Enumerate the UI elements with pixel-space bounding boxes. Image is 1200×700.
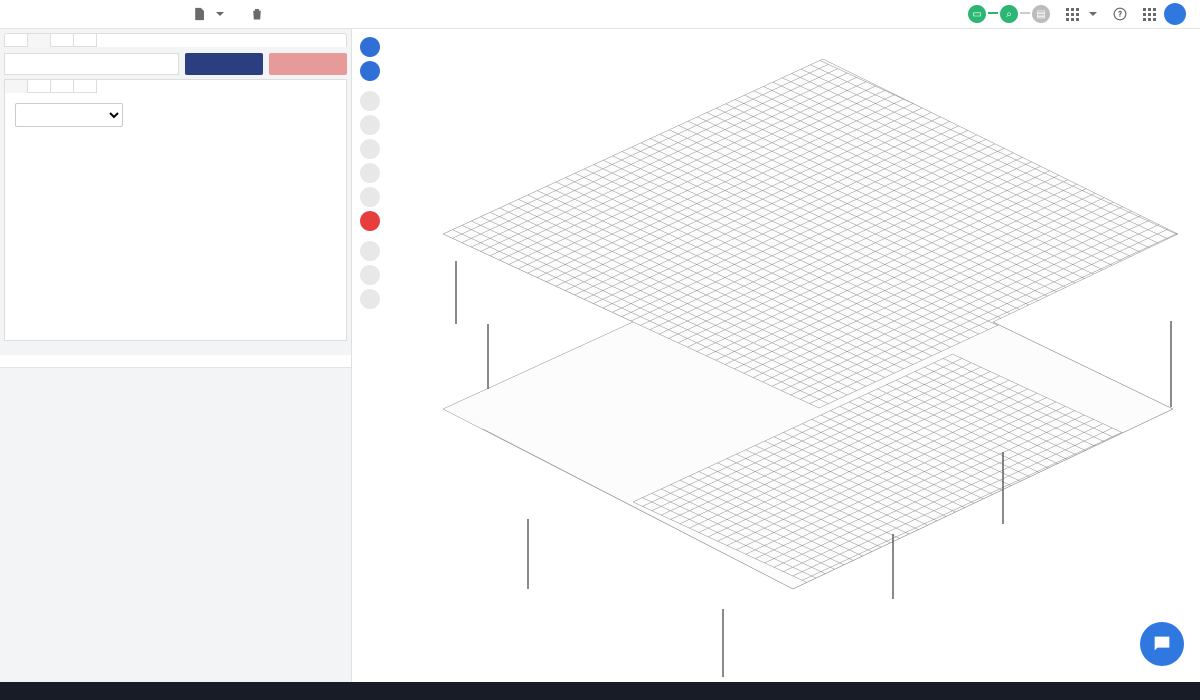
stage-connector [988, 12, 998, 14]
status-footer [0, 682, 1200, 700]
model-viewport[interactable] [352, 29, 1200, 682]
reset-design-button[interactable] [242, 3, 277, 25]
chat-fab[interactable] [1140, 622, 1184, 666]
chevron-down-icon [1089, 12, 1097, 20]
structural-mesh [352, 29, 1200, 682]
subtab-arrangement[interactable] [28, 80, 51, 93]
subtab-body [4, 93, 347, 341]
subtab-structural-type[interactable] [5, 80, 28, 93]
file-icon [192, 7, 206, 21]
stage-design-icon: ▤ [1032, 5, 1050, 23]
addons-menu[interactable] [1058, 4, 1105, 25]
add-button[interactable] [185, 53, 263, 75]
tab-structural-element[interactable] [28, 34, 51, 47]
stage-model-icon: ▭ [968, 5, 986, 23]
chat-icon [1151, 633, 1173, 655]
workflow-stages: ▭ ⌕ ▤ [968, 5, 1050, 23]
elements-list-title [0, 341, 351, 355]
stage-connector [1020, 12, 1030, 14]
apps-grid-icon [1066, 8, 1079, 21]
main-tabs [4, 33, 347, 47]
structural-type-select[interactable] [15, 103, 123, 127]
stage-design[interactable]: ▤ [1032, 5, 1050, 23]
trash-icon [250, 7, 264, 21]
apps-grid-icon [1143, 8, 1156, 21]
sub-tabs [4, 79, 347, 93]
stage-solve-icon: ⌕ [1000, 5, 1018, 23]
tab-project[interactable] [5, 34, 28, 47]
svg-text:?: ? [1118, 10, 1122, 18]
stage-model[interactable]: ▭ [968, 5, 986, 23]
elements-table-header [0, 355, 351, 368]
chevron-down-icon [216, 12, 224, 20]
subtab-optimize[interactable] [51, 80, 74, 93]
apps-button[interactable] [1135, 4, 1164, 25]
element-name-input[interactable] [4, 53, 179, 75]
help-button[interactable]: ? [1105, 3, 1135, 25]
left-sidebar [0, 29, 352, 682]
elements-table-body [0, 368, 351, 682]
tab-rebar[interactable] [74, 34, 97, 47]
modify-button[interactable] [269, 53, 347, 75]
help-icon: ? [1113, 7, 1127, 21]
subtab-materials-factors[interactable] [74, 80, 97, 93]
file-menu[interactable] [184, 3, 232, 25]
stage-solve[interactable]: ⌕ [1000, 5, 1018, 23]
element-create-row [0, 47, 351, 79]
user-avatar[interactable] [1164, 3, 1186, 25]
tab-load-combos[interactable] [51, 34, 74, 47]
app-header: ▭ ⌕ ▤ ? [0, 0, 1200, 29]
